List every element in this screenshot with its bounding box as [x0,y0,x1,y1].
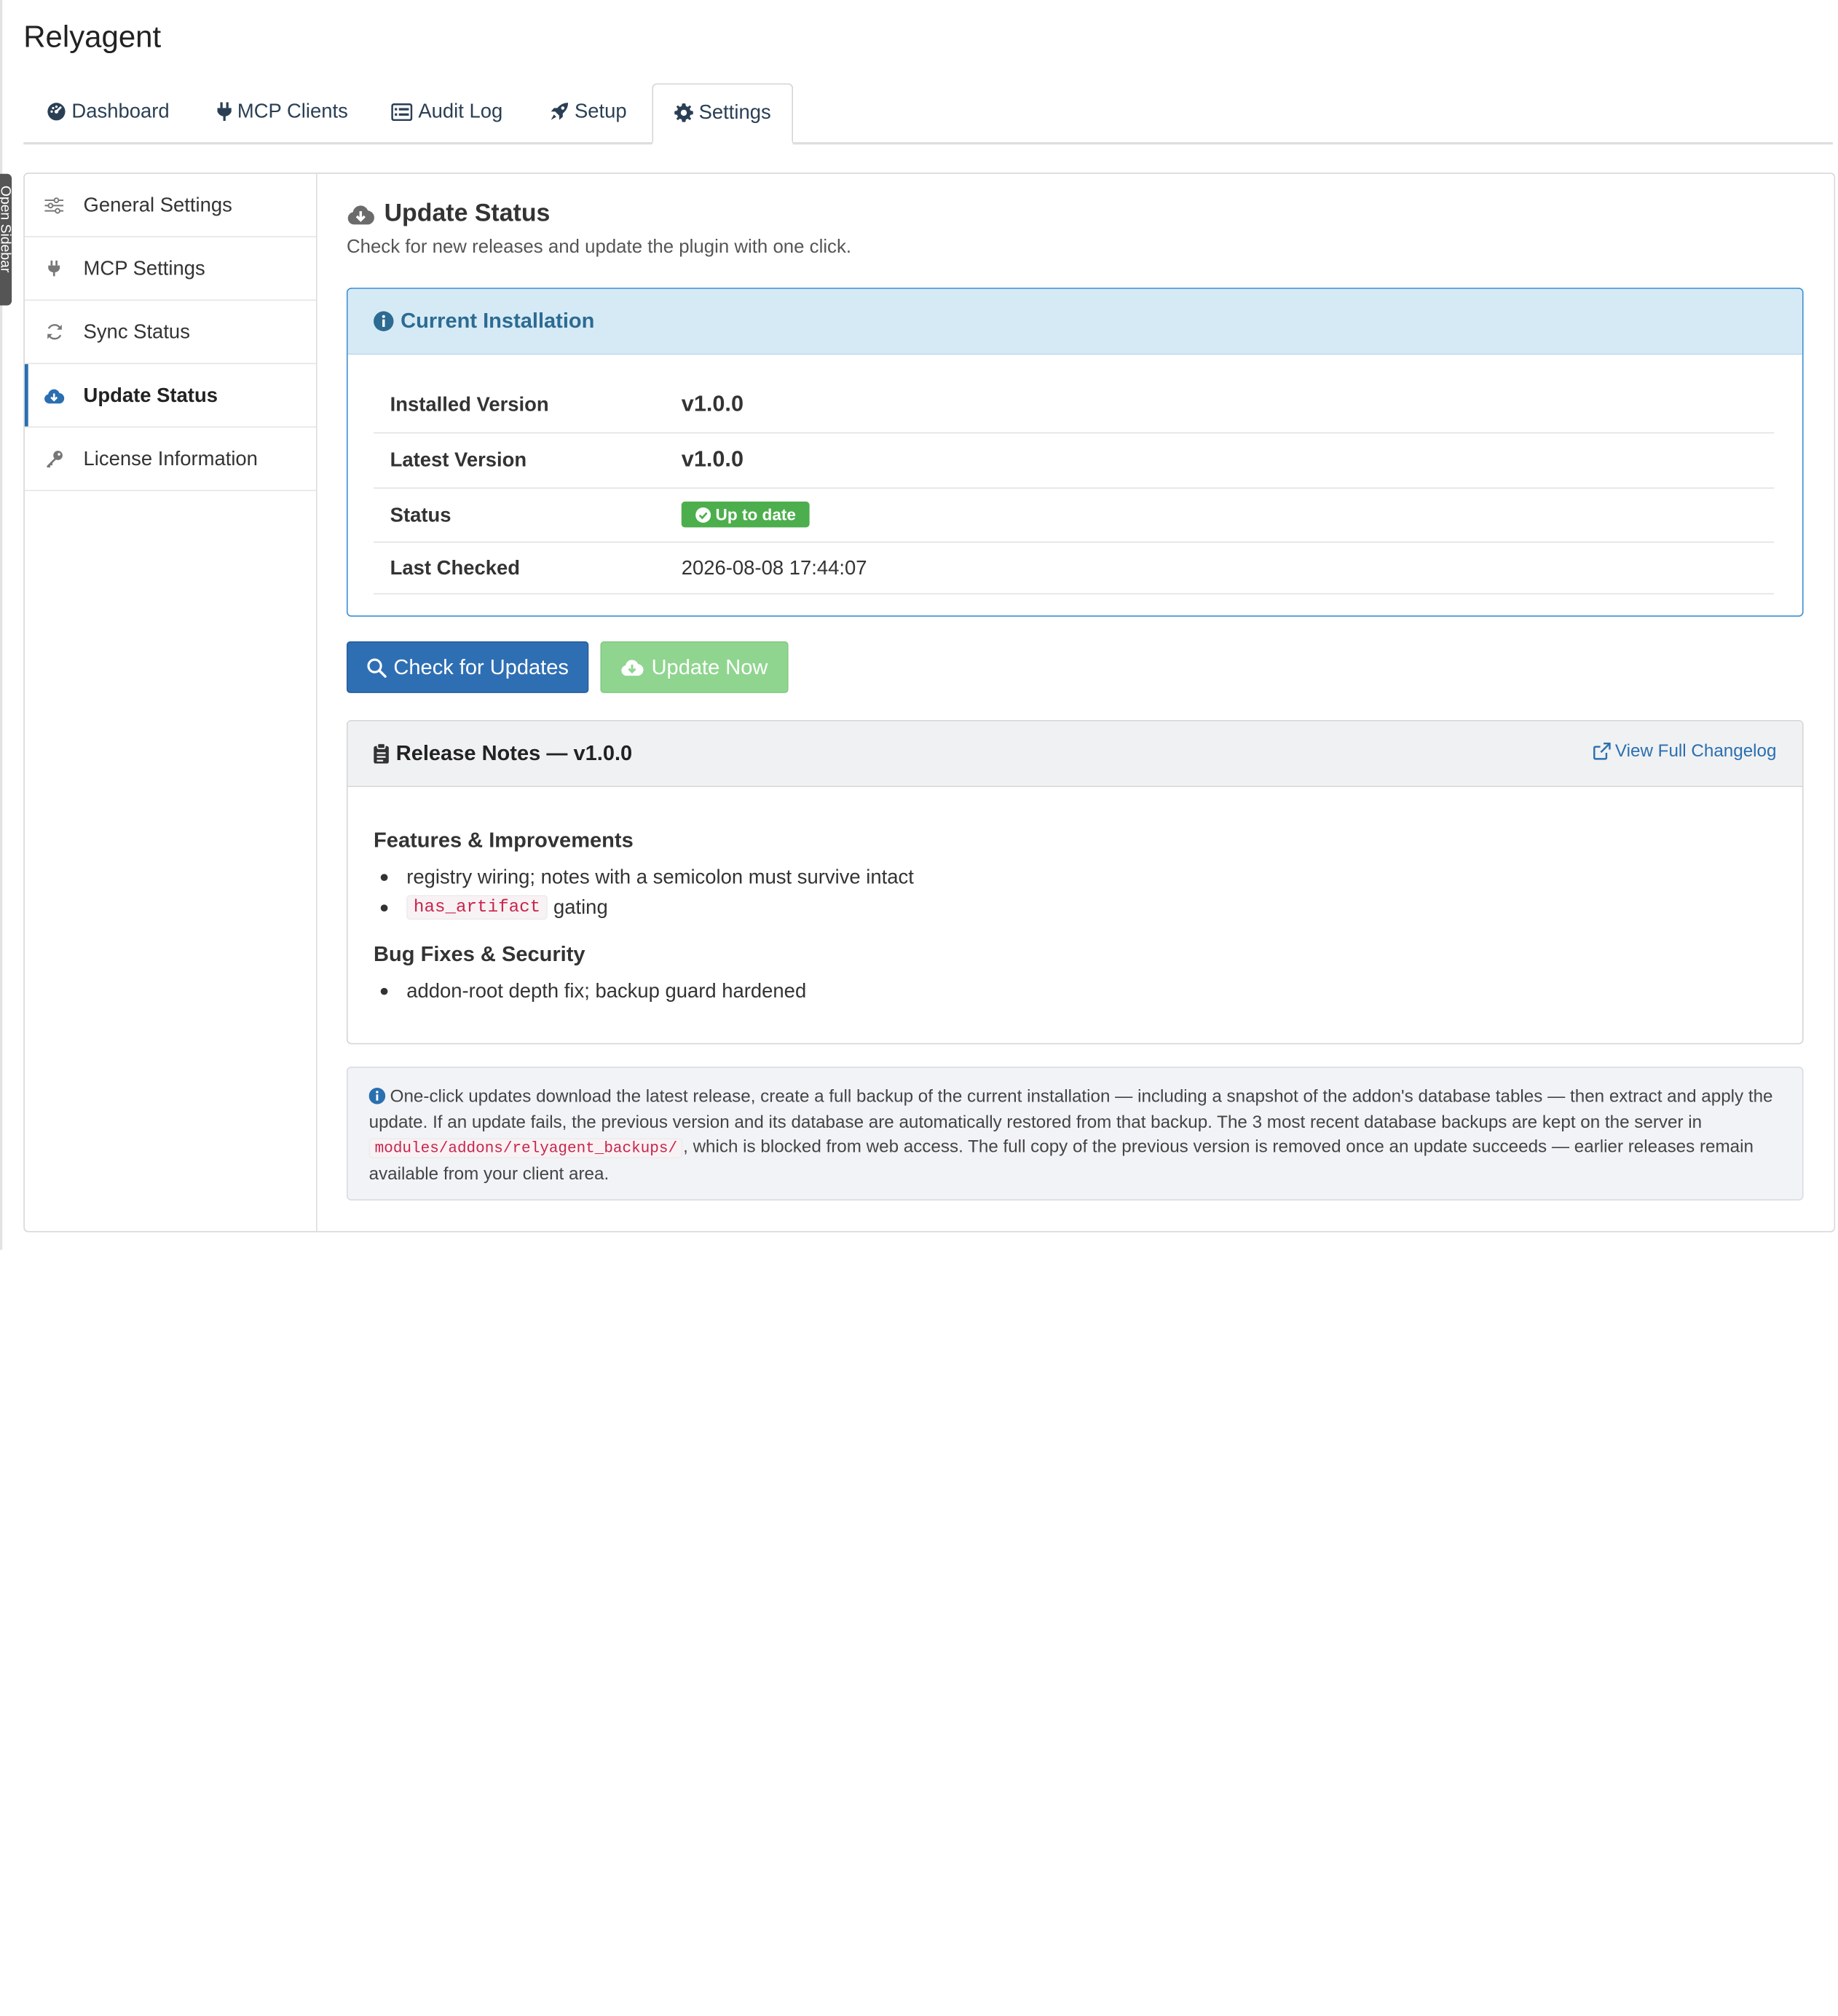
status-badge: Up to date [681,502,810,528]
dashboard-icon [47,103,66,121]
open-sidebar-label: Open Sidebar [0,185,12,273]
view-full-changelog-text: View Full Changelog [1614,741,1777,762]
note-text-before: One-click updates download the latest re… [368,1086,1773,1132]
plug-icon [25,260,84,277]
row-key: Last Checked [390,556,521,579]
sidebar-item-label: General Settings [83,193,232,216]
backup-info-text: One-click updates download the latest re… [368,1084,1785,1186]
list-item-text: registry wiring; notes with a semicolon … [406,866,914,888]
info-row-last-checked: Last Checked 2026-08-08 17:44:07 [374,542,1775,595]
sync-icon [25,323,84,341]
backup-info-note: One-click updates download the latest re… [346,1066,1804,1201]
check-for-updates-label: Check for Updates [393,655,569,679]
cloud-download-icon [622,660,644,676]
tab-label: Setup [574,100,627,122]
list-item: has_artifact gating [380,895,608,920]
plug-icon [217,102,232,122]
row-key: Latest Version [390,448,527,471]
app-title: Relyagent [23,18,162,55]
status-cell: Up to date [681,502,810,528]
info-icon [374,311,394,331]
search-icon [367,657,387,678]
bullet [380,904,388,912]
row-key: Installed Version [390,392,549,416]
release-notes-title: Release Notes — v1.0.0 [374,741,632,766]
frame: Open Sidebar Relyagent Dashboard MCP Cli… [0,0,1838,2016]
current-installation-header: Current Installation [347,288,1802,355]
tab-label: Dashboard [71,100,170,122]
tab-audit-log[interactable]: Audit Log [391,84,502,140]
settings-sidebar: General Settings MCP Settings Sync Statu… [24,173,317,1231]
open-sidebar-toggle[interactable]: Open Sidebar [0,173,12,306]
view-full-changelog-link[interactable]: View Full Changelog [1593,741,1776,761]
clipboard-icon [374,743,389,764]
sidebar-item-license-information[interactable]: License Information [24,427,317,491]
sidebar-item-label: Update Status [83,383,218,406]
bullet [380,874,388,882]
page-title: Update Status [347,199,550,228]
tab-mcp-clients[interactable]: MCP Clients [217,84,348,140]
page-title-text: Update Status [384,199,551,227]
backup-path-code: modules/addons/relyagent_backups/ [368,1138,684,1158]
bugfix-heading: Bug Fixes & Security [374,941,585,966]
sidebar-item-sync-status[interactable]: Sync Status [24,301,317,365]
bullet [380,987,388,995]
settings-panel: General Settings MCP Settings Sync Statu… [23,173,1836,1233]
release-notes-header: Release Notes — v1.0.0 View Full Changel… [347,721,1802,787]
list-item-text: gating [553,896,608,918]
tab-label: MCP Clients [237,100,348,122]
sidebar-item-label: License Information [83,446,258,470]
top-tabs: Dashboard MCP Clients Audit Log Setup Se… [23,83,1833,145]
tab-label: Settings [698,100,771,124]
current-installation-card: Current Installation Installed Version v… [346,288,1804,617]
info-row-status: Status Up to date [374,489,1775,543]
status-badge-text: Up to date [715,505,797,524]
list-item: addon-root depth fix; backup guard harde… [380,979,807,1003]
page: Open Sidebar Relyagent Dashboard MCP Cli… [0,0,1838,1250]
rocket-icon [551,103,569,120]
row-value: v1.0.0 [681,447,744,473]
external-link-icon [1593,742,1611,760]
sidebar-item-label: Sync Status [83,320,190,343]
cloud-download-icon [25,387,84,404]
release-notes-card: Release Notes — v1.0.0 View Full Changel… [346,720,1804,1045]
sliders-icon [25,197,84,213]
key-icon [25,450,84,468]
update-status-content: Update Status Check for new releases and… [346,174,1804,1231]
check-for-updates-button[interactable]: Check for Updates [346,641,589,693]
app-root: Open Sidebar Relyagent Dashboard MCP Cli… [0,0,1837,1250]
info-row-installed-version: Installed Version v1.0.0 [374,377,1775,434]
row-value: v1.0.0 [681,392,744,416]
list-icon [391,103,413,121]
features-heading: Features & Improvements [374,828,634,852]
row-value: 2026-08-08 17:44:07 [681,556,867,579]
info-row-latest-version: Latest Version v1.0.0 [374,433,1775,489]
update-now-label: Update Now [651,655,768,679]
sidebar-item-general-settings[interactable]: General Settings [24,174,317,237]
current-installation-title: Current Installation [401,309,595,333]
row-key: Status [390,503,451,526]
update-now-button[interactable]: Update Now [600,641,789,693]
sidebar-item-mcp-settings[interactable]: MCP Settings [24,237,317,301]
release-notes-title-text: Release Notes — v1.0.0 [395,741,633,765]
check-circle-icon [695,507,711,523]
tab-setup[interactable]: Setup [550,84,627,140]
tab-settings[interactable]: Settings [652,83,794,145]
page-subtitle: Check for new releases and update the pl… [346,237,852,258]
tab-label: Audit Log [418,100,503,122]
sidebar-item-label: MCP Settings [83,256,205,280]
list-item: registry wiring; notes with a semicolon … [380,866,914,889]
sidebar-item-update-status[interactable]: Update Status [24,364,317,428]
gear-icon [674,103,693,122]
cloud-download-icon [347,205,374,224]
list-item-text: addon-root depth fix; backup guard harde… [406,979,807,1003]
info-icon [368,1088,386,1104]
tab-dashboard[interactable]: Dashboard [47,84,170,140]
inline-code: has_artifact [406,895,548,920]
